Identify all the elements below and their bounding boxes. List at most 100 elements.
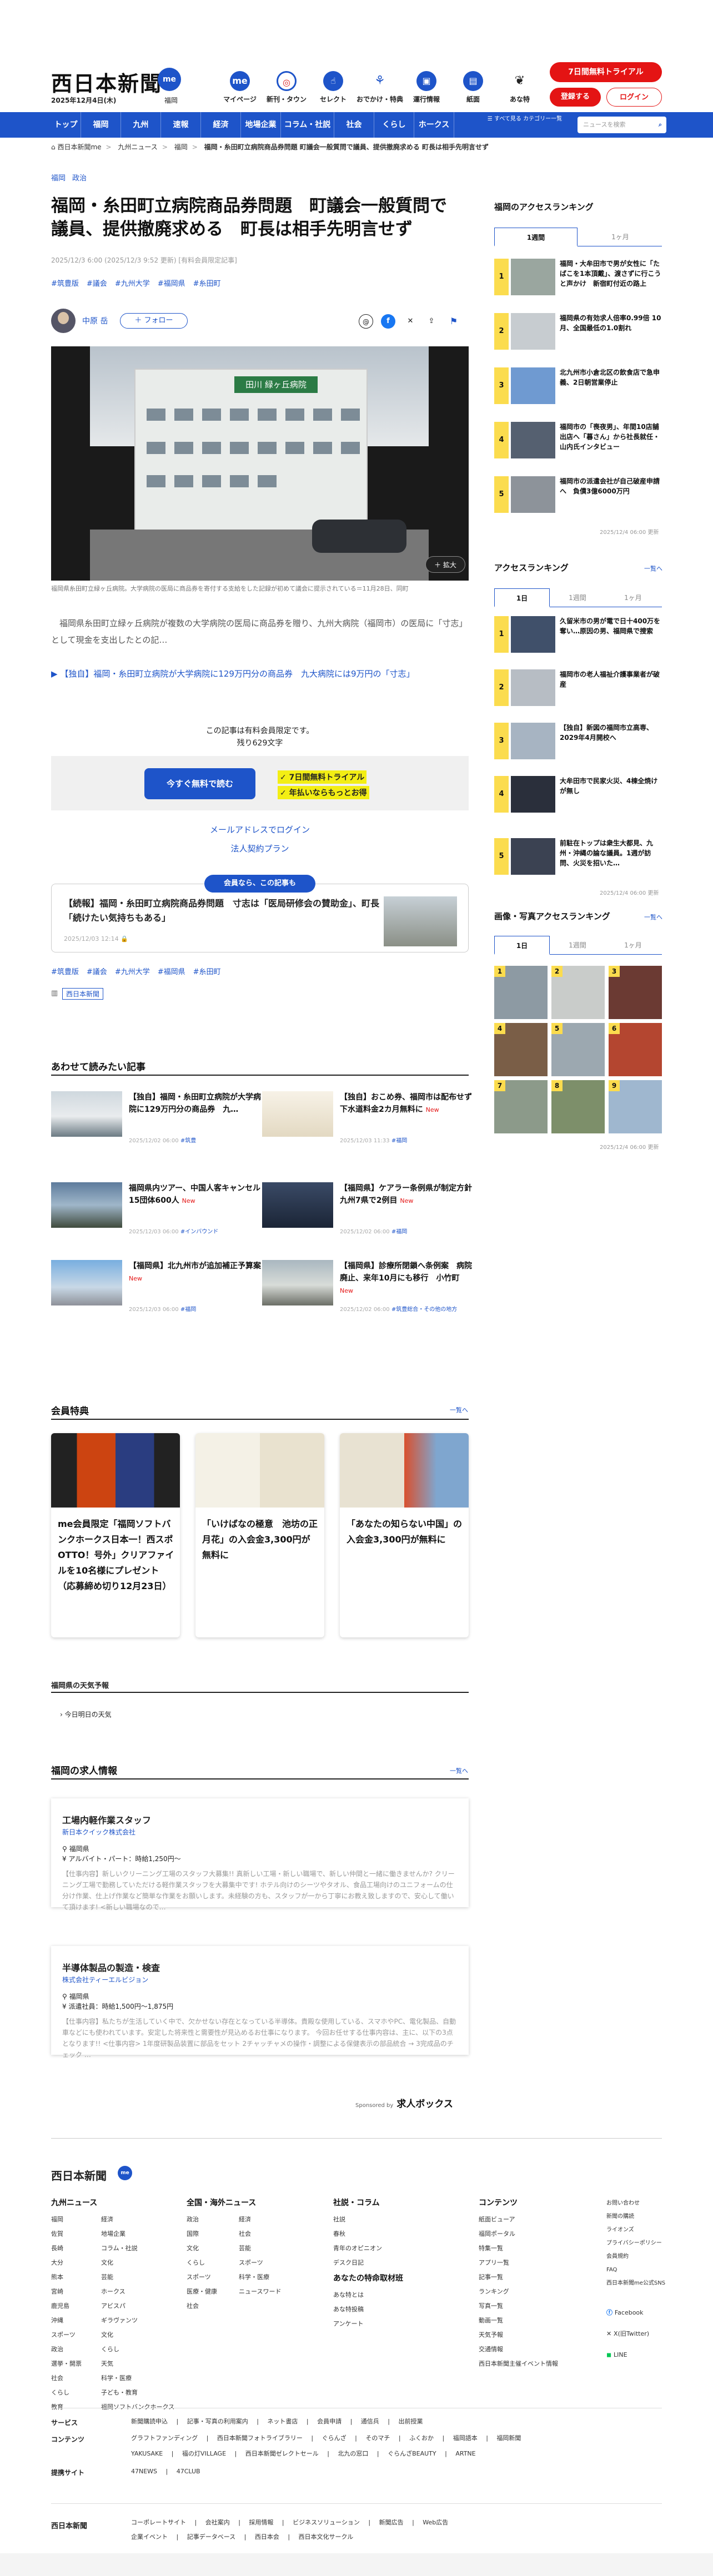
photo-more-link[interactable]: 一覧へ xyxy=(644,913,662,921)
footer-link[interactable]: 新聞の購読 xyxy=(606,2210,665,2224)
nav-town[interactable]: ◎ 新刊・タウン xyxy=(263,71,310,104)
footer-link[interactable]: 沖縄 xyxy=(51,2313,82,2328)
logo-me-badge[interactable]: me xyxy=(158,68,181,91)
photo-rank-item[interactable]: 7 xyxy=(494,1080,548,1133)
job-card[interactable]: 工場内軽作業スタッフ 新日本クイック株式会社 ⚲ 福岡県 ¥ アルバイト・パート… xyxy=(51,1798,469,1911)
search-input[interactable]: ニュースを検索 ⌕ xyxy=(578,117,666,133)
author-name[interactable]: 中原 岳 xyxy=(82,315,108,326)
login-button[interactable]: ログイン xyxy=(606,88,662,107)
search-icon[interactable]: ⌕ xyxy=(659,117,662,133)
footer-link[interactable]: 長崎 xyxy=(51,2241,82,2256)
tab-1month[interactable]: 1ヶ月 xyxy=(605,936,661,955)
facebook-link[interactable]: ⓕ Facebook xyxy=(606,2302,649,2323)
register-button[interactable]: 登録する xyxy=(550,88,601,107)
footer-link[interactable]: 科学・医療 xyxy=(101,2371,174,2386)
related-article[interactable]: 【福岡県】北九州市が追加補正予算案 New 2025/12/03 06:00 #… xyxy=(51,1260,262,1313)
gnav-column[interactable]: コラム・社説 xyxy=(281,112,334,138)
gnav-top[interactable]: トップ xyxy=(51,112,81,138)
footer-link[interactable]: アビスパ xyxy=(101,2299,174,2313)
perk-card[interactable]: 「いけばなの極意 池坊の正月花」の入会金3,300円が無料に xyxy=(195,1433,324,1637)
publisher-badge[interactable]: 西日本新聞 xyxy=(62,988,104,1000)
footer-link[interactable]: 熊本 xyxy=(51,2270,82,2285)
related-article[interactable]: 【独自】福岡・糸田町立病院が大学病院に129万円分の商品券 九… 2025/12… xyxy=(51,1091,262,1145)
member-article-card[interactable]: 【続報】福岡・糸田町立病院商品券問題 寸志は「医局研修会の賛助金」、町長「続けた… xyxy=(51,884,469,952)
photo-zoom-button[interactable]: ＋ 拡大 xyxy=(425,556,465,573)
footer-link[interactable]: 記事一覧 xyxy=(479,2270,558,2285)
footer-link[interactable]: 社会 xyxy=(187,2299,217,2313)
ranking-item[interactable]: 3 北九州市小倉北区の飲食店で急申義、2日朝営業停止 xyxy=(494,367,662,407)
footer-link[interactable]: ニュースワード xyxy=(239,2285,281,2299)
footer-link[interactable]: 選挙・開票 xyxy=(51,2357,82,2371)
threads-icon[interactable]: @ xyxy=(359,314,373,329)
footer-link[interactable]: 会員規約 xyxy=(606,2250,665,2264)
tag-link[interactable]: #九州大学 xyxy=(115,280,150,288)
gnav-economy[interactable]: 経済 xyxy=(201,112,241,138)
footer-link[interactable]: 文化 xyxy=(101,2328,174,2342)
footer-link[interactable]: 文化 xyxy=(187,2241,217,2256)
gnav-hawks[interactable]: ホークス xyxy=(414,112,454,138)
line-link[interactable]: ◼ LINE xyxy=(606,2345,649,2366)
footer-link[interactable]: 経済 xyxy=(239,2212,281,2227)
footer-row-links[interactable]: YAKUSAKE | 福の灯VILLAGE | 西日本新聞ゼレクトセール | 北… xyxy=(131,2447,476,2461)
footer-link[interactable]: 地場企業 xyxy=(101,2227,174,2241)
footer-row-links[interactable]: 新聞購読申込 | 記事・写真の利用案内 | ネット書店 | 会員申請 | 通信兵… xyxy=(131,2414,423,2429)
nav-odekake[interactable]: ⚘ おでかけ・特典 xyxy=(356,71,403,104)
footer-link[interactable]: アンケート xyxy=(333,2317,364,2331)
ranking-item[interactable]: 4 大牟田市で民家火災、4棟全焼けが無し xyxy=(494,776,662,816)
footer-row-links[interactable]: グラフトファンディング | 西日本新聞フォトライブラリー | ぐらんざ | その… xyxy=(131,2431,521,2446)
related-article[interactable]: 福岡県内ツアー、中国人客キャンセル15団体600人 New 2025/12/03… xyxy=(51,1182,262,1236)
category-link[interactable]: 福岡 xyxy=(51,174,66,183)
photo-rank-item[interactable]: 6 xyxy=(609,1023,662,1076)
footer-link[interactable]: ランキング xyxy=(479,2285,558,2299)
footer-link[interactable]: 子ども・教育 xyxy=(101,2386,174,2400)
footer-row-links[interactable]: 企業イベント | 記事データベース | 西日本会 | 西日本文化サークル xyxy=(131,2530,353,2544)
footer-link[interactable]: くらし xyxy=(187,2256,217,2270)
tab-1week[interactable]: 1週間 xyxy=(550,936,605,955)
tag-link[interactable]: #議会 xyxy=(87,968,107,976)
footer-link[interactable]: 佐賀 xyxy=(51,2227,82,2241)
x-icon[interactable]: ✕ xyxy=(403,314,418,329)
footer-link[interactable]: 科学・医療 xyxy=(239,2270,281,2285)
follow-button[interactable]: ＋ フォロー xyxy=(120,313,188,329)
footer-link[interactable]: 宮崎 xyxy=(51,2285,82,2299)
tag-link[interactable]: #糸田町 xyxy=(193,968,221,976)
footer-link[interactable]: 鹿児島 xyxy=(51,2299,82,2313)
footer-logo[interactable]: 西日本新聞 xyxy=(51,2167,107,2183)
gnav-local-biz[interactable]: 地場企業 xyxy=(241,112,281,138)
footer-link[interactable]: 西日本新聞主催イベント情報 xyxy=(479,2357,558,2371)
ranking-item[interactable]: 5 福岡市の派遣会社が自己破産申請へ 負債3億6000万円 xyxy=(494,476,662,516)
gnav-breaking[interactable]: 速報 xyxy=(161,112,201,138)
footer-link[interactable]: スポーツ xyxy=(187,2270,217,2285)
breadcrumb-item[interactable]: 福岡 xyxy=(174,143,188,151)
nav-mypage[interactable]: me マイページ xyxy=(217,71,263,104)
footer-link[interactable]: 西日本新聞me公式SNS xyxy=(606,2277,665,2290)
footer-link[interactable]: 芸能 xyxy=(239,2241,281,2256)
corporate-plan-link[interactable]: 法人契約プラン xyxy=(51,843,469,854)
footer-link[interactable]: 特集一覧 xyxy=(479,2241,558,2256)
ranking-item[interactable]: 4 福岡市の「喪夜男」、年間10店舗出店へ「暮さん」から社長就任・山内氏インタビュ… xyxy=(494,422,662,462)
footer-link[interactable]: 大分 xyxy=(51,2256,82,2270)
site-logo[interactable]: 西日本新聞 xyxy=(51,67,162,97)
author-avatar[interactable] xyxy=(51,309,76,333)
footer-link[interactable]: 天気 xyxy=(101,2357,174,2371)
tag-link[interactable]: #福岡県 xyxy=(158,968,185,976)
category-link[interactable]: 政治 xyxy=(72,174,87,183)
related-article[interactable]: 【福岡県】診療所閉鎖へ条例案 病院廃止、来年10月にも移行 小竹町 New 20… xyxy=(262,1260,473,1313)
tag-link[interactable]: #糸田町 xyxy=(193,280,221,288)
photo-rank-item[interactable]: 4 xyxy=(494,1023,548,1076)
tag-link[interactable]: #筑豊版 xyxy=(51,280,79,288)
tab-1day[interactable]: 1日 xyxy=(494,936,550,955)
free-trial-button[interactable]: 7日間無料トライアル xyxy=(550,62,662,82)
footer-link[interactable]: スポーツ xyxy=(51,2328,82,2342)
footer-link[interactable]: 医療・健康 xyxy=(187,2285,217,2299)
nav-paper[interactable]: ▤ 紙面 xyxy=(450,71,496,104)
footer-link[interactable]: アプリ一覧 xyxy=(479,2256,558,2270)
tag-link[interactable]: #福岡県 xyxy=(158,280,185,288)
photo-rank-item[interactable]: 2 xyxy=(551,966,605,1019)
footer-link[interactable]: 天気予報 xyxy=(479,2328,558,2342)
gnav-kyushu[interactable]: 九州 xyxy=(121,112,161,138)
footer-link[interactable]: スポーツ xyxy=(239,2256,281,2270)
footer-link[interactable]: 福岡 xyxy=(51,2212,82,2227)
tag-link[interactable]: #議会 xyxy=(87,280,107,288)
footer-link[interactable]: お問い合わせ xyxy=(606,2197,665,2210)
